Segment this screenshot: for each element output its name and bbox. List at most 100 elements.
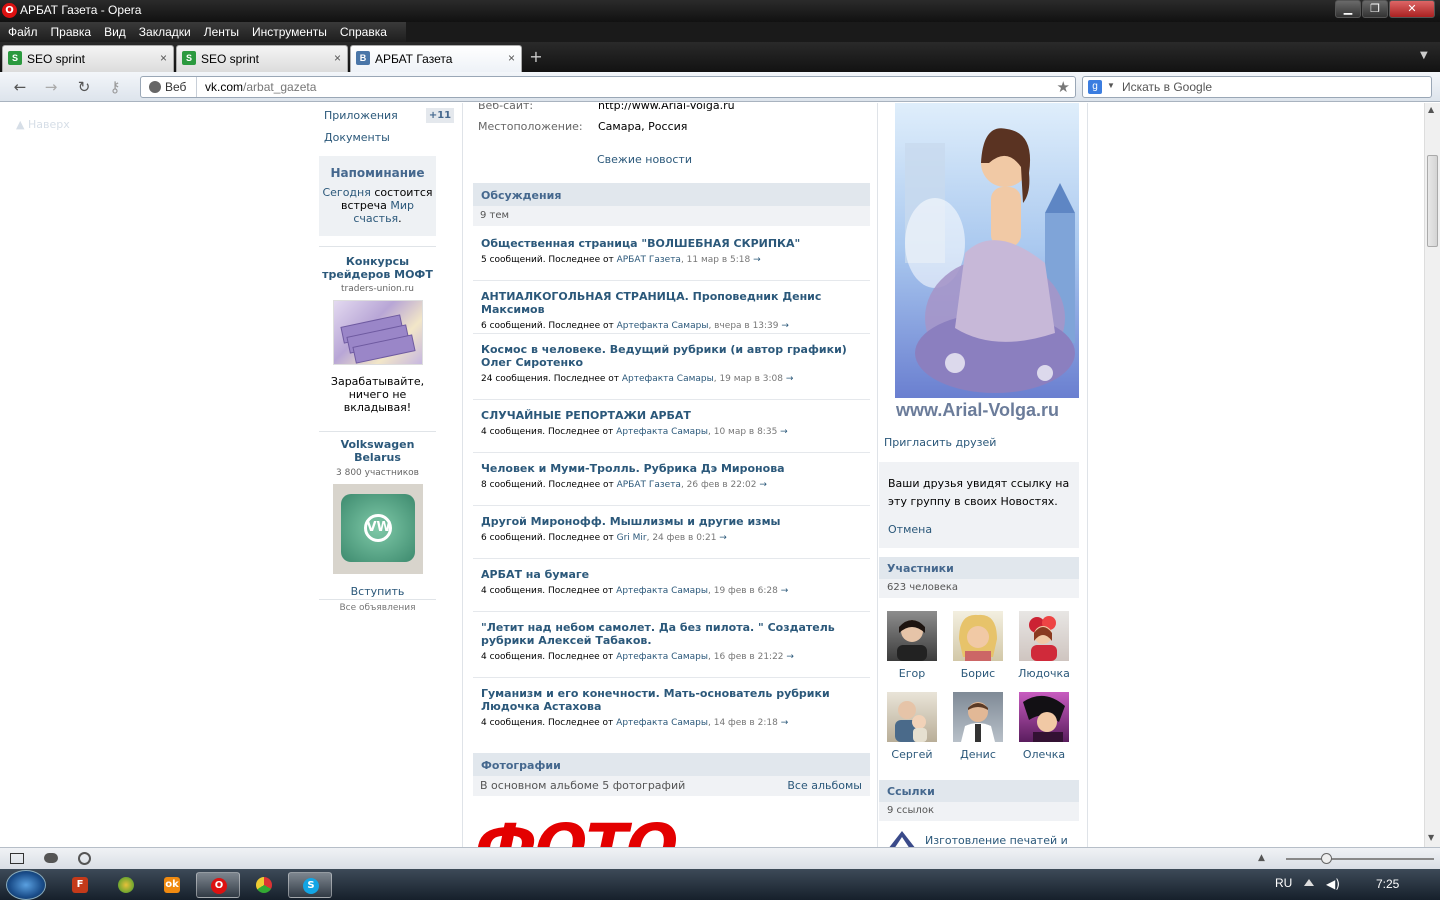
menu-help[interactable]: Справка xyxy=(332,22,392,39)
topic-title[interactable]: Гуманизм и его конечности. Мать-основате… xyxy=(473,687,870,713)
menu-tools[interactable]: Инструменты xyxy=(244,22,332,39)
address-field[interactable]: Веб vk.com/arbat_gazeta ★ xyxy=(140,76,1076,98)
member-card[interactable]: Сергей xyxy=(882,692,942,761)
avatar[interactable] xyxy=(887,611,937,661)
menu-bookmarks[interactable]: Закладки xyxy=(131,22,196,39)
member-name[interactable]: Денис xyxy=(948,748,1008,761)
panel-toggle-icon[interactable] xyxy=(10,853,24,864)
discussion-topic[interactable]: АНТИАЛКОГОЛЬНАЯ СТРАНИЦА. Проповедник Де… xyxy=(473,290,870,334)
invite-friends-link[interactable]: Пригласить друзей xyxy=(884,436,996,449)
money-image[interactable] xyxy=(332,300,423,365)
menu-file[interactable]: Файл xyxy=(0,22,43,39)
arrow-right-icon[interactable]: → xyxy=(781,586,789,596)
avatar[interactable] xyxy=(953,611,1003,661)
ad-title[interactable]: Volkswagen Belarus xyxy=(319,438,436,464)
fresh-news-link[interactable]: Свежие новости xyxy=(597,153,692,166)
link-item[interactable]: Изготовление печатей и xyxy=(925,834,1068,847)
tab-seo-sprint-1[interactable]: S SEO sprint × xyxy=(2,45,174,72)
discussions-header[interactable]: Обсуждения xyxy=(473,183,870,206)
scroll-to-top-link[interactable]: ▲ Наверх xyxy=(16,118,70,131)
close-window-button[interactable]: ✕ xyxy=(1389,0,1435,18)
tab-close-icon[interactable]: × xyxy=(334,51,341,65)
forward-button[interactable]: → xyxy=(40,78,62,96)
topic-author-link[interactable]: Артефакта Самары xyxy=(616,427,708,437)
ad-title[interactable]: Конкурсы трейдеров МОФТ xyxy=(319,255,436,281)
topic-author-link[interactable]: АРБАТ Газета xyxy=(617,480,681,490)
nav-apps[interactable]: Приложения xyxy=(324,109,398,122)
topic-author-link[interactable]: Артефакта Самары xyxy=(616,652,708,662)
discussion-topic[interactable]: Общественная страница "ВОЛШЕБНАЯ СКРИПКА… xyxy=(473,237,870,281)
arrow-right-icon[interactable]: → xyxy=(786,652,794,662)
arrow-right-icon[interactable]: → xyxy=(759,480,767,490)
menu-edit[interactable]: Правка xyxy=(43,22,97,39)
avatar[interactable] xyxy=(887,692,937,742)
opera-unite-icon[interactable] xyxy=(44,853,58,863)
group-avatar-banner[interactable]: www.Arial-Volga.ru xyxy=(895,103,1079,428)
discussion-topic[interactable]: Космос в человеке. Ведущий рубрики (и ав… xyxy=(473,343,870,400)
all-albums-link[interactable]: Все альбомы xyxy=(787,779,862,792)
key-icon[interactable]: ⚷ xyxy=(104,78,126,96)
discussion-topic[interactable]: Гуманизм и его конечности. Мать-основате… xyxy=(473,687,870,744)
tray-expand-icon[interactable] xyxy=(1304,879,1314,886)
google-icon[interactable]: g xyxy=(1088,80,1102,94)
discussion-topic[interactable]: "Летит над небом самолет. Да без пилота.… xyxy=(473,621,870,678)
member-card[interactable]: Олечка xyxy=(1014,692,1074,761)
links-header[interactable]: Ссылки xyxy=(879,780,1079,802)
reload-button[interactable]: ↻ xyxy=(73,78,95,96)
taskbar-app-opera[interactable]: O xyxy=(196,872,240,898)
nav-documents[interactable]: Документы xyxy=(324,131,390,144)
discussion-topic[interactable]: Другой Миронофф. Мышлизмы и другие измы … xyxy=(473,515,870,559)
topic-author-link[interactable]: Артефакта Самары xyxy=(616,718,708,728)
bookmark-star-icon[interactable]: ★ xyxy=(1057,78,1070,96)
member-card[interactable]: Денис xyxy=(948,692,1008,761)
zoom-slider-handle[interactable] xyxy=(1321,853,1332,864)
topic-title[interactable]: Другой Миронофф. Мышлизмы и другие измы xyxy=(473,515,870,528)
member-card[interactable]: Борис xyxy=(948,611,1008,680)
scroll-down-icon[interactable]: ▼ xyxy=(1428,833,1434,842)
taskbar-app[interactable] xyxy=(104,872,148,898)
topic-author-link[interactable]: Артефакта Самары xyxy=(617,321,709,331)
page-scrollbar[interactable]: ▲ ▼ xyxy=(1424,103,1440,847)
members-header[interactable]: Участники xyxy=(879,557,1079,579)
volume-icon[interactable]: ◀) xyxy=(1326,878,1340,890)
arrow-right-icon[interactable]: → xyxy=(753,255,761,265)
topic-title[interactable]: АНТИАЛКОГОЛЬНАЯ СТРАНИЦА. Проповедник Де… xyxy=(473,290,870,316)
scroll-up-icon[interactable]: ▲ xyxy=(1428,105,1434,114)
tab-seo-sprint-2[interactable]: S SEO sprint × xyxy=(176,45,348,72)
zoom-slider[interactable] xyxy=(1286,858,1434,860)
tab-close-icon[interactable]: × xyxy=(160,51,167,65)
zoom-menu-icon[interactable]: ▲ xyxy=(1258,853,1265,863)
reminder-event-link[interactable]: счастья xyxy=(353,212,398,225)
taskbar-app-skype[interactable]: S xyxy=(288,872,332,898)
ad-volkswagen[interactable]: Volkswagen Belarus 3 800 участников VW В… xyxy=(319,438,436,598)
album-photo-preview[interactable]: ФОТО xyxy=(473,800,803,847)
avatar[interactable] xyxy=(1019,611,1069,661)
member-card[interactable]: Людочка xyxy=(1014,611,1074,680)
turbo-icon[interactable] xyxy=(78,852,91,865)
topic-title[interactable]: АРБАТ на бумаге xyxy=(473,568,870,581)
topic-title[interactable]: Человек и Муми-Тролль. Рубрика Дэ Мироно… xyxy=(473,462,870,475)
url-text[interactable]: vk.com/arbat_gazeta xyxy=(205,80,316,94)
reminder-today-link[interactable]: Сегодня xyxy=(322,186,370,199)
ad-traders-union[interactable]: Конкурсы трейдеров МОФТ traders-union.ru… xyxy=(319,255,436,414)
topic-author-link[interactable]: Артефакта Самары xyxy=(616,586,708,596)
tab-arbat-gazeta[interactable]: В АРБАТ Газета × xyxy=(350,45,522,72)
taskbar-app[interactable] xyxy=(242,872,286,898)
topic-author-link[interactable]: АРБАТ Газета xyxy=(617,255,681,265)
scrollbar-thumb[interactable] xyxy=(1427,155,1438,247)
new-tab-button[interactable]: + xyxy=(526,47,546,67)
tab-close-icon[interactable]: × xyxy=(508,51,515,65)
chevron-down-icon[interactable]: ▼ xyxy=(1107,81,1115,90)
arrow-right-icon[interactable]: → xyxy=(781,718,789,728)
discussion-topic[interactable]: АРБАТ на бумаге 4 сообщения. Последнее о… xyxy=(473,568,870,612)
taskbar-app[interactable]: F xyxy=(58,872,102,898)
arrow-right-icon[interactable]: → xyxy=(786,374,794,384)
web-info-badge[interactable]: Веб xyxy=(141,77,197,97)
all-ads-link[interactable]: Все объявления xyxy=(319,603,436,613)
member-name[interactable]: Борис xyxy=(948,667,1008,680)
minimize-button[interactable]: ▁ xyxy=(1335,0,1361,18)
cancel-link[interactable]: Отмена xyxy=(888,523,932,536)
taskbar-app[interactable]: ok xyxy=(150,872,194,898)
discussion-topic[interactable]: Человек и Муми-Тролль. Рубрика Дэ Мироно… xyxy=(473,462,870,506)
topic-author-link[interactable]: Gri Mir xyxy=(617,533,647,543)
